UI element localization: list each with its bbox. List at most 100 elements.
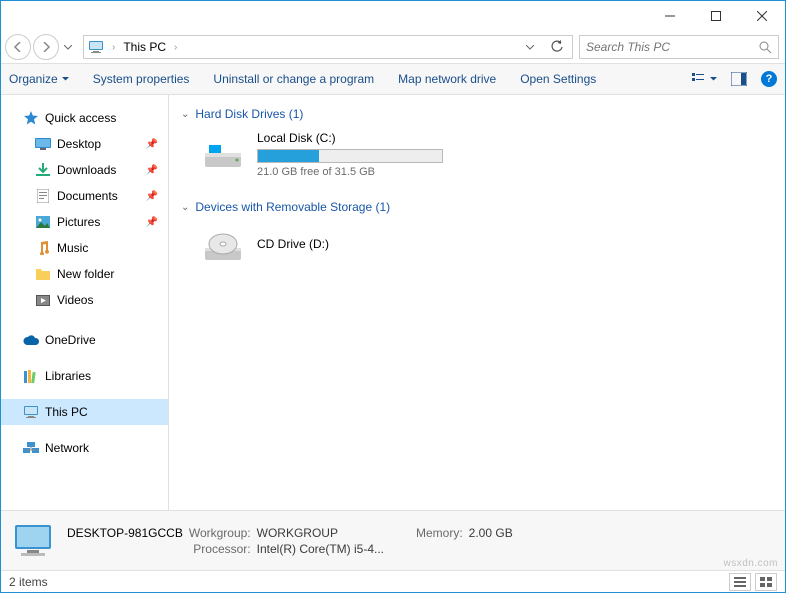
desktop-icon — [35, 136, 51, 152]
nav-label: Libraries — [45, 369, 91, 383]
nav-videos[interactable]: Videos — [1, 287, 168, 313]
preview-pane-button[interactable] — [731, 72, 747, 86]
videos-icon — [35, 292, 51, 308]
drive-cd-d[interactable]: CD Drive (D:) — [201, 224, 781, 268]
chevron-down-icon: ⌄ — [181, 202, 189, 213]
back-button[interactable] — [5, 34, 31, 60]
search-icon — [759, 41, 772, 54]
nav-this-pc[interactable]: This PC — [1, 399, 168, 425]
open-settings-button[interactable]: Open Settings — [520, 72, 596, 86]
navigation-pane[interactable]: Quick access Desktop 📌 Downloads 📌 Docum… — [1, 95, 169, 510]
address-bar[interactable]: › This PC › — [83, 35, 573, 59]
computer-name: DESKTOP-981GCCB — [67, 526, 183, 540]
pin-icon: 📌 — [146, 139, 158, 150]
uninstall-program-button[interactable]: Uninstall or change a program — [213, 72, 374, 86]
search-box[interactable] — [579, 35, 779, 59]
section-hdd-body: Local Disk (C:) 21.0 GB free of 31.5 GB — [173, 125, 781, 196]
nav-label: Network — [45, 441, 89, 455]
memory-label: Memory: — [416, 526, 463, 540]
section-removable-storage[interactable]: ⌄ Devices with Removable Storage (1) — [173, 196, 781, 218]
nav-music[interactable]: Music — [1, 235, 168, 261]
drive-name: CD Drive (D:) — [257, 237, 329, 251]
this-pc-icon — [23, 404, 39, 420]
nav-label: Pictures — [57, 215, 100, 229]
nav-new-folder[interactable]: New folder — [1, 261, 168, 287]
nav-label: Music — [57, 241, 88, 255]
star-icon — [23, 110, 39, 126]
section-hard-disk-drives[interactable]: ⌄ Hard Disk Drives (1) — [173, 103, 781, 125]
breadcrumb-this-pc[interactable]: This PC — [123, 40, 166, 54]
chevron-down-icon: ⌄ — [181, 109, 189, 120]
memory-value: 2.00 GB — [469, 526, 513, 540]
main-area: Quick access Desktop 📌 Downloads 📌 Docum… — [1, 95, 785, 510]
workgroup-label: Workgroup: — [189, 526, 251, 540]
pictures-icon — [35, 214, 51, 230]
address-bar-row: › This PC › — [1, 31, 785, 63]
section-label: Devices with Removable Storage (1) — [195, 200, 390, 214]
watermark: wsxdn.com — [723, 558, 778, 569]
view-options-button[interactable] — [692, 72, 717, 86]
chevron-right-icon: › — [172, 42, 179, 53]
content-pane[interactable]: ⌄ Hard Disk Drives (1) Local Disk (C:) 2… — [169, 95, 785, 510]
title-bar — [1, 1, 785, 31]
status-bar: 2 items — [1, 570, 785, 592]
nav-pictures[interactable]: Pictures 📌 — [1, 209, 168, 235]
address-dropdown-button[interactable] — [526, 45, 544, 50]
map-network-drive-button[interactable]: Map network drive — [398, 72, 496, 86]
nav-network[interactable]: Network — [1, 435, 168, 461]
folder-icon — [35, 266, 51, 282]
refresh-button[interactable] — [550, 40, 568, 54]
section-removable-body: CD Drive (D:) — [173, 218, 781, 286]
nav-label: Desktop — [57, 137, 101, 151]
help-button[interactable]: ? — [761, 71, 777, 87]
nav-desktop[interactable]: Desktop 📌 — [1, 131, 168, 157]
pin-icon: 📌 — [146, 217, 158, 228]
organize-menu[interactable]: Organize — [9, 72, 69, 86]
nav-libraries[interactable]: Libraries — [1, 363, 168, 389]
section-label: Hard Disk Drives (1) — [195, 107, 303, 121]
workgroup-value: WORKGROUP — [257, 526, 384, 540]
drive-free-text: 21.0 GB free of 31.5 GB — [257, 166, 443, 178]
command-toolbar: Organize System properties Uninstall or … — [1, 63, 785, 95]
recent-locations-button[interactable] — [61, 45, 75, 50]
drive-local-disk-c[interactable]: Local Disk (C:) 21.0 GB free of 31.5 GB — [201, 131, 781, 178]
computer-icon — [11, 519, 55, 563]
this-pc-icon — [88, 39, 104, 55]
drive-space-bar — [257, 149, 443, 163]
search-input[interactable] — [586, 40, 753, 54]
system-properties-button[interactable]: System properties — [93, 72, 190, 86]
drive-info: Local Disk (C:) 21.0 GB free of 31.5 GB — [257, 131, 443, 178]
music-icon — [35, 240, 51, 256]
drive-info: CD Drive (D:) — [257, 237, 329, 255]
close-button[interactable] — [739, 1, 785, 31]
pin-icon: 📌 — [146, 165, 158, 176]
chevron-right-icon: › — [110, 42, 117, 53]
documents-icon — [35, 188, 51, 204]
nav-label: Quick access — [45, 111, 116, 125]
details-view-button[interactable] — [729, 573, 751, 591]
libraries-icon — [23, 368, 39, 384]
nav-documents[interactable]: Documents 📌 — [1, 183, 168, 209]
nav-onedrive[interactable]: OneDrive — [1, 327, 168, 353]
forward-button[interactable] — [33, 34, 59, 60]
pin-icon: 📌 — [146, 191, 158, 202]
nav-label: Videos — [57, 293, 93, 307]
nav-label: Documents — [57, 189, 118, 203]
processor-label: Processor: — [189, 542, 251, 556]
drive-name: Local Disk (C:) — [257, 131, 443, 145]
minimize-button[interactable] — [647, 1, 693, 31]
nav-label: OneDrive — [45, 333, 96, 347]
nav-label: New folder — [57, 267, 114, 281]
nav-downloads[interactable]: Downloads 📌 — [1, 157, 168, 183]
maximize-button[interactable] — [693, 1, 739, 31]
large-icons-view-button[interactable] — [755, 573, 777, 591]
nav-label: This PC — [45, 405, 88, 419]
details-pane: DESKTOP-981GCCB Workgroup: WORKGROUP Mem… — [1, 510, 785, 570]
network-icon — [23, 440, 39, 456]
nav-label: Downloads — [57, 163, 116, 177]
onedrive-icon — [23, 332, 39, 348]
status-item-count: 2 items — [9, 575, 48, 589]
nav-quick-access[interactable]: Quick access — [1, 105, 168, 131]
hard-drive-icon — [201, 133, 245, 177]
downloads-icon — [35, 162, 51, 178]
